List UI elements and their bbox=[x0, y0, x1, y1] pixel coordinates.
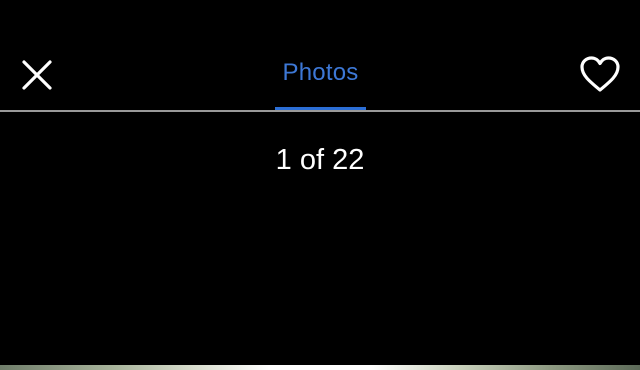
close-button[interactable] bbox=[16, 54, 58, 96]
viewer-header: Photos bbox=[0, 0, 640, 112]
photo-counter: 1 of 22 bbox=[275, 144, 365, 176]
photo-preview[interactable] bbox=[0, 365, 640, 370]
header-divider bbox=[0, 110, 640, 112]
tab-photos-label: Photos bbox=[282, 59, 359, 86]
heart-outline-icon bbox=[580, 56, 620, 92]
tab-photos[interactable]: Photos bbox=[275, 56, 366, 112]
close-icon bbox=[22, 60, 52, 90]
favorite-button[interactable] bbox=[577, 52, 623, 96]
